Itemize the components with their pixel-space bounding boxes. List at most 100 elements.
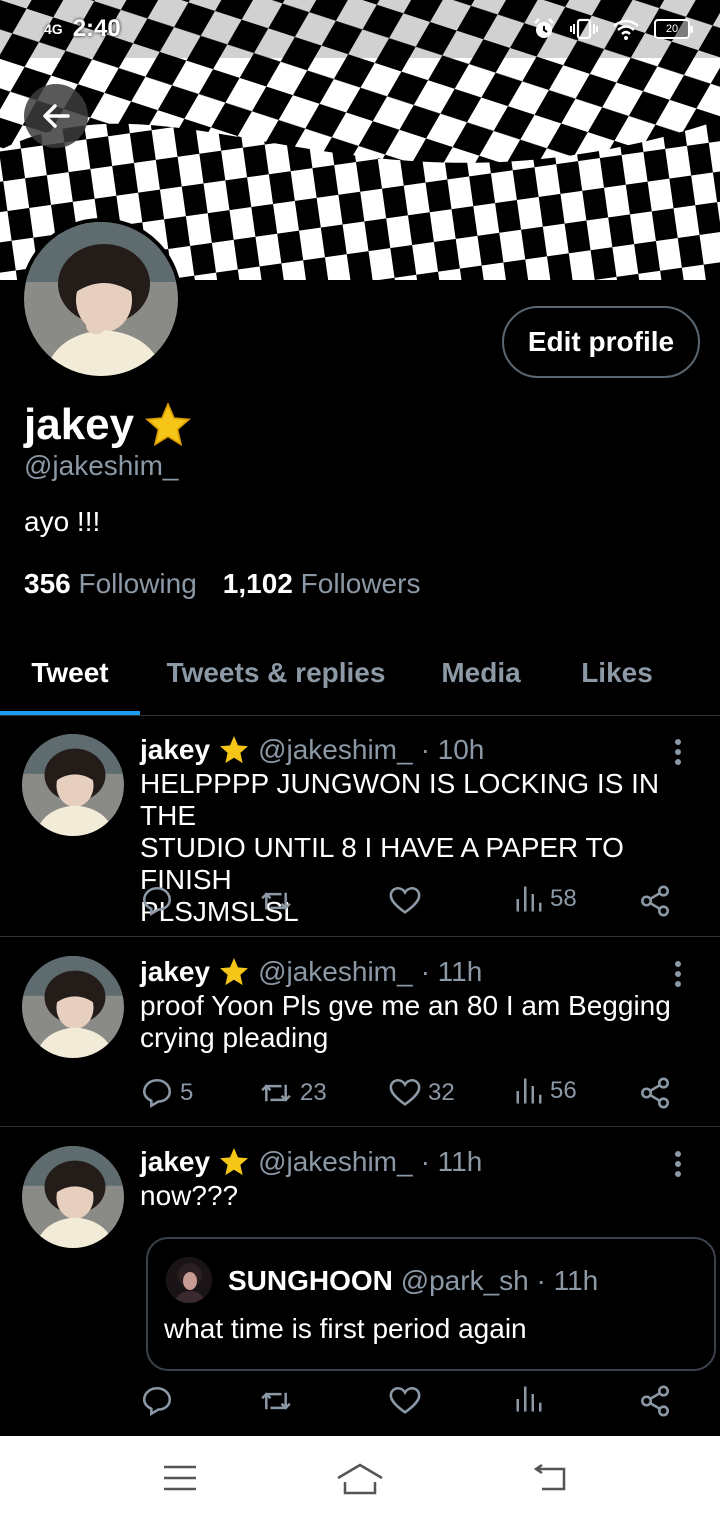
back-nav-button[interactable] [520,1458,580,1498]
display-name: jakey [24,400,135,449]
followers-count: 1,102 [222,568,293,599]
clock: 2:40 [72,15,121,42]
quoted-time: · 11h [536,1265,599,1296]
tweet-text: proof Yoon Pls gve me an 80 I am Begging… [140,990,700,1054]
like-count: 32 [428,1079,455,1106]
retweet-button[interactable] [258,884,294,918]
tab-media[interactable]: Media [412,630,550,716]
system-nav-bar [0,1436,720,1520]
home-button[interactable] [330,1458,390,1498]
retweet-count: 23 [300,1079,327,1106]
quoted-author: SUNGHOON [228,1265,393,1296]
more-icon[interactable] [672,738,684,766]
more-icon[interactable] [672,1150,684,1178]
avatar-image [22,956,124,1058]
tweet-text-line: crying pleading [140,1022,329,1053]
tweet[interactable]: jakey @jakeshim_ · 10h HELPPPP JUNGWON I… [0,716,720,937]
like-button[interactable] [388,1384,422,1418]
tweet-handle: @jakeshim_ [258,1146,413,1177]
reply-button[interactable] [140,1384,174,1418]
quoted-handle: @park_sh [400,1265,529,1296]
retweet-icon [261,1084,291,1102]
menu-icon [164,1465,196,1491]
retweet-icon [261,1392,291,1410]
follow-stats: 356 Following 1,102 Followers [24,568,420,600]
followers-link[interactable]: 1,102 Followers [223,568,421,600]
share-icon [640,1385,670,1417]
tweet-time: · 11h [420,1146,483,1177]
quoted-tweet[interactable]: SUNGHOON @park_sh · 11h what time is fir… [146,1237,716,1371]
retweet-button[interactable]: 23 [258,1076,327,1110]
tab-likes[interactable]: Likes [550,630,684,716]
star-icon [220,1148,249,1176]
network-indicator: 4G [44,21,63,37]
views-button[interactable]: 58 [514,884,577,914]
profile-avatar[interactable] [20,218,182,380]
battery-level: 20 [665,23,679,35]
following-label: Following [78,568,197,599]
tweet[interactable]: jakey @jakeshim_ · 11h proof Yoon Pls gv… [0,938,720,1127]
profile-handle: @jakeshim_ [24,450,179,481]
wifi-icon [613,19,639,40]
tweet-header: jakey @jakeshim_ · 10h [140,734,484,766]
tweet-text-line: HELPPPP JUNGWON IS LOCKING IS IN THE [140,768,660,831]
back-button[interactable] [24,84,88,148]
like-icon [389,886,421,914]
followers-label: Followers [300,568,421,599]
star-icon [145,401,192,447]
tweet-avatar[interactable] [22,734,124,836]
share-icon [640,885,670,917]
like-button[interactable]: 32 [388,1076,455,1110]
tab-tweets-replies[interactable]: Tweets & replies [140,630,412,716]
views-count: 56 [550,1077,577,1104]
quoted-text: what time is first period again [164,1313,527,1344]
tweet-time: · 10h [420,734,485,765]
edit-profile-button[interactable]: Edit profile [502,306,700,378]
status-bar: 4G 2:40 20 [0,0,720,58]
avatar-image [22,1146,124,1248]
tweet-actions: 58 [140,884,680,924]
avatar-image [24,222,178,376]
avatar-image [166,1257,212,1303]
tweet-text: now??? [140,1180,700,1212]
retweet-button[interactable] [258,1384,294,1418]
reply-button[interactable]: 5 [140,1076,193,1110]
battery-icon: 20 [654,19,693,39]
profile-bio: ayo !!! [24,506,101,537]
tab-tweet[interactable]: Tweet [0,630,140,716]
reply-icon [142,1078,172,1109]
tweet-author: jakey [140,1146,211,1177]
tweet-handle: @jakeshim_ [258,734,413,765]
reply-icon [142,886,172,917]
share-button[interactable] [638,1076,672,1110]
tweet-avatar[interactable] [22,1146,124,1248]
like-button[interactable] [388,884,422,918]
more-icon[interactable] [672,960,684,988]
quoted-avatar [166,1257,212,1303]
back-arrow-icon [43,104,70,128]
tweet-actions: 5 23 32 56 [140,1076,680,1116]
star-icon [220,958,249,986]
retweet-icon [261,892,291,910]
quoted-header: SUNGHOON @park_sh · 11h [228,1265,598,1297]
vibrate-icon [570,18,598,40]
profile-name: jakey [24,400,192,450]
tweet-time: · 11h [420,956,483,987]
tweet-avatar[interactable] [22,956,124,1058]
views-icon [516,1386,542,1412]
views-button[interactable]: 56 [514,1076,577,1106]
star-icon [220,736,249,764]
share-icon [640,1077,670,1109]
reply-icon [142,1386,172,1417]
views-icon [516,886,542,912]
views-button[interactable] [514,1384,544,1414]
tweet-author: jakey [140,734,211,765]
tweet-actions [140,1384,680,1424]
share-button[interactable] [638,1384,672,1418]
views-count: 58 [550,885,577,912]
share-button[interactable] [638,884,672,918]
following-link[interactable]: 356 Following [24,568,197,600]
avatar-image [22,734,124,836]
menu-button[interactable] [150,1458,210,1498]
reply-button[interactable] [140,884,174,918]
